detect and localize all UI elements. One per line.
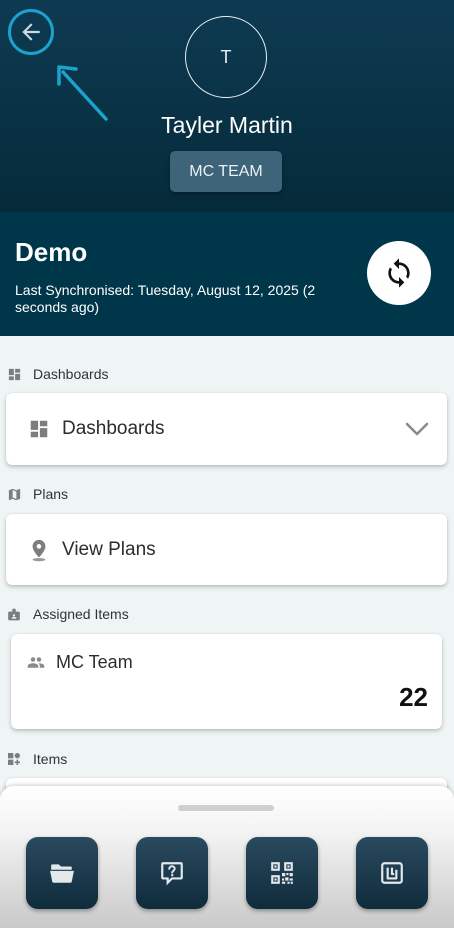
badge-icon [6,606,22,622]
team-badge-button[interactable]: MC TEAM [170,151,282,192]
items-section-label: Items [6,749,67,769]
dashboard-icon [6,366,22,382]
workspace-title: Demo [15,237,88,267]
plans-section-label: Plans [6,484,68,504]
people-icon [27,656,47,669]
location-pin-icon [28,539,50,561]
qr-code-icon [271,862,293,884]
map-icon [6,486,22,502]
sync-button[interactable] [367,241,431,305]
section-label-text: Plans [33,486,69,502]
back-button[interactable] [8,9,54,55]
help-button[interactable] [136,837,208,909]
widgets-icon [6,751,22,767]
bottom-action-sheet [0,786,454,928]
dashboards-dropdown[interactable]: Dashboards [6,393,447,465]
assigned-items-count: 22 [399,682,428,712]
arrow-left-icon [22,23,40,41]
folder-icon [50,864,74,883]
assigned-items-card[interactable]: MC Team 22 [11,634,442,729]
view-plans-button[interactable]: View Plans [6,514,447,585]
section-label-text: Dashboards [33,366,109,382]
nfc-button[interactable] [356,837,428,909]
profile-header: T Tayler Martin MC TEAM [0,0,454,212]
chevron-down-icon [405,422,429,436]
nfc-icon [381,862,403,884]
assigned-team-name: MC Team [56,652,133,672]
section-label-text: Assigned Items [33,606,129,622]
documents-button[interactable] [26,837,98,909]
help-chat-icon [161,862,183,886]
avatar[interactable]: T [185,16,267,98]
assigned-items-section-label: Assigned Items [6,604,129,624]
dashboards-section-label: Dashboards [6,364,109,384]
view-plans-label: View Plans [62,538,156,560]
drag-handle[interactable] [178,805,274,811]
last-synced-text: Last Synchronised: Tuesday, August 12, 2… [15,282,316,315]
sync-icon [388,258,410,288]
qr-scan-button[interactable] [246,837,318,909]
dashboards-dropdown-label: Dashboards [62,418,165,439]
section-label-text: Items [33,751,68,767]
user-name: Tayler Martin [161,112,293,138]
dashboard-icon [28,418,50,440]
